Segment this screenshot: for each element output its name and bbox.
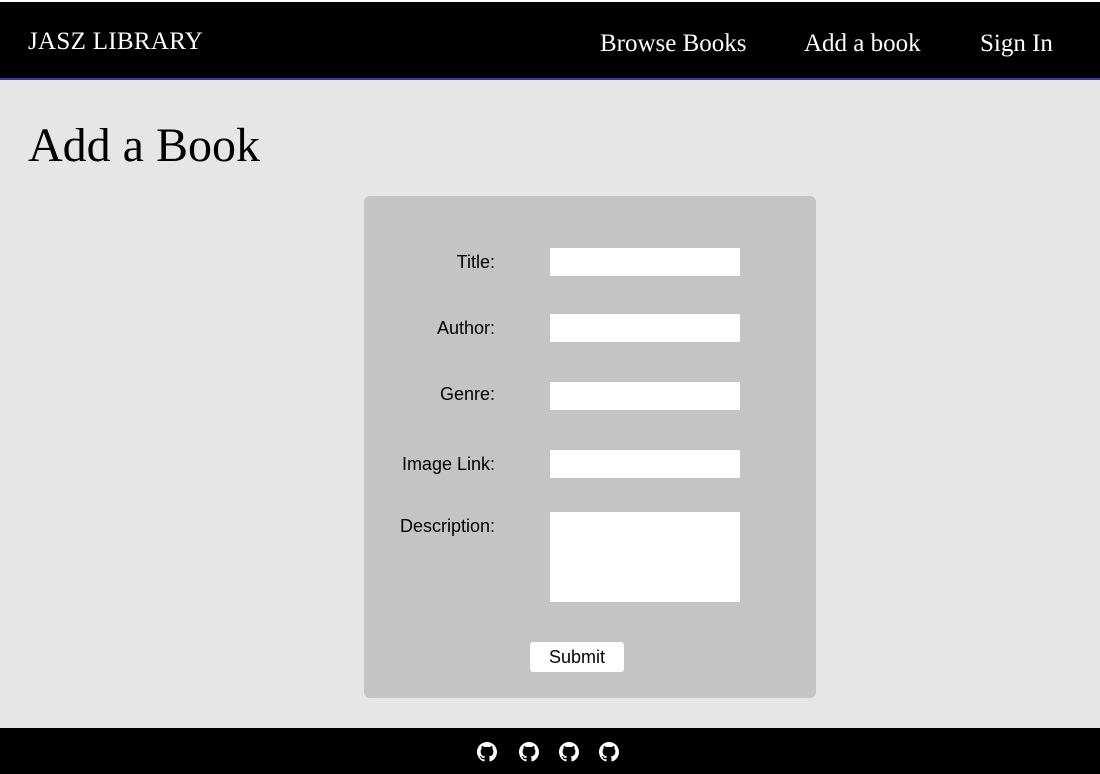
page-title: Add a Book xyxy=(28,119,260,172)
top-navbar: JASZ LIBRARY Browse Books Add a book Sig… xyxy=(0,0,1100,80)
description-label: Description: xyxy=(399,516,495,536)
nav-browse-books[interactable]: Browse Books xyxy=(600,30,747,58)
description-textarea[interactable] xyxy=(550,512,740,602)
title-label: Title: xyxy=(456,252,495,272)
github-icon[interactable] xyxy=(519,742,539,762)
image-link-input[interactable] xyxy=(550,450,740,478)
submit-button[interactable]: Submit xyxy=(530,642,624,672)
author-input[interactable] xyxy=(550,314,740,342)
footer xyxy=(0,728,1100,774)
genre-label: Genre: xyxy=(439,384,495,404)
genre-input[interactable] xyxy=(550,382,740,410)
brand-logo-text[interactable]: JASZ LIBRARY xyxy=(28,28,203,56)
nav-sign-in[interactable]: Sign In xyxy=(980,30,1053,58)
title-input[interactable] xyxy=(550,248,740,276)
add-book-form: Title: Author: Genre: Image Link: Descri… xyxy=(364,196,816,698)
github-icon[interactable] xyxy=(599,742,619,762)
image-link-label: Image Link: xyxy=(401,454,495,474)
github-icon[interactable] xyxy=(477,742,497,762)
nav-add-a-book[interactable]: Add a book xyxy=(804,30,921,58)
author-label: Author: xyxy=(436,318,495,338)
github-icon[interactable] xyxy=(559,742,579,762)
